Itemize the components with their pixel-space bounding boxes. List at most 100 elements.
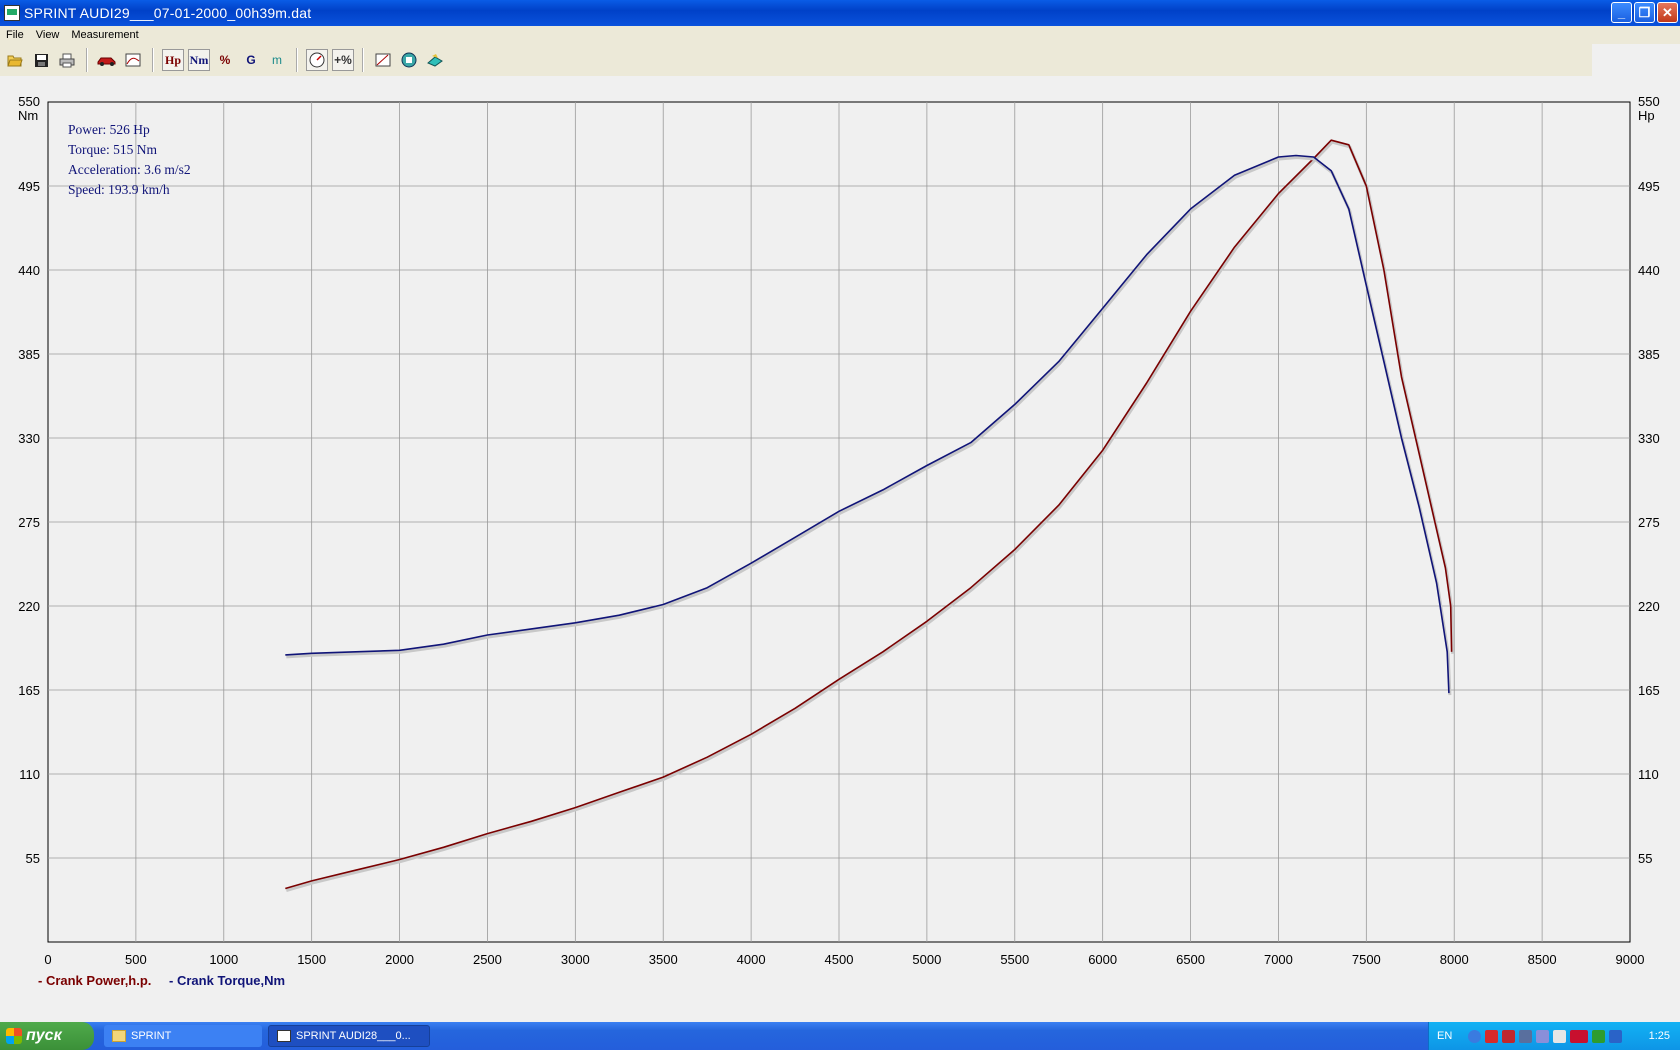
- graph-settings-icon[interactable]: [122, 49, 144, 71]
- g-toggle-button[interactable]: G: [240, 49, 262, 71]
- readout-torque: Torque: 515 Nm: [68, 142, 158, 157]
- menu-file[interactable]: File: [0, 29, 30, 41]
- x-tick-label: 0: [44, 952, 51, 967]
- minimize-icon[interactable]: _: [1611, 2, 1632, 23]
- windows-flag-icon: [6, 1028, 22, 1044]
- export-icon[interactable]: [424, 49, 446, 71]
- y-right-tick-label: 275: [1638, 515, 1660, 530]
- tray-network-icon[interactable]: [1519, 1029, 1533, 1043]
- folder-icon: [112, 1030, 126, 1042]
- y-right-tick-label: 385: [1638, 347, 1660, 362]
- chip-icon[interactable]: [398, 49, 420, 71]
- x-tick-label: 4500: [825, 952, 854, 967]
- y-left-tick-label: 55: [26, 851, 40, 866]
- x-tick-label: 9000: [1616, 952, 1645, 967]
- y-left-tick-label: 495: [18, 179, 40, 194]
- y-left-tick-label: 330: [18, 431, 40, 446]
- left-axis-unit: Nm: [18, 108, 38, 123]
- language-indicator[interactable]: EN: [1437, 1030, 1452, 1042]
- legend-torque: - Crank Torque,Nm: [169, 973, 286, 988]
- x-tick-label: 6000: [1088, 952, 1117, 967]
- y-right-tick-label: 495: [1638, 179, 1660, 194]
- title-bar: SPRINT AUDI29___07-01-2000_00h39m.dat _ …: [0, 0, 1680, 26]
- y-left-tick-label: 550: [18, 94, 40, 109]
- y-left-tick-label: 385: [18, 347, 40, 362]
- tray-arrow-icon[interactable]: [1468, 1029, 1482, 1043]
- nm-toggle-button[interactable]: Nm: [188, 49, 210, 71]
- x-tick-label: 3500: [649, 952, 678, 967]
- g-label: G: [246, 53, 256, 67]
- toolbar-separator: [86, 48, 88, 72]
- percent-toggle-button[interactable]: %: [214, 49, 236, 71]
- task-sprint-app[interactable]: SPRINT AUDI28___0...: [268, 1025, 430, 1047]
- hp-label: Hp: [164, 52, 181, 67]
- tray-monitor-icon[interactable]: [1536, 1029, 1550, 1043]
- print-icon[interactable]: [56, 49, 78, 71]
- car-icon[interactable]: [96, 49, 118, 71]
- m-label: m: [272, 53, 282, 67]
- menu-measurement[interactable]: Measurement: [65, 29, 144, 41]
- tray-ati-icon[interactable]: [1570, 1029, 1589, 1043]
- nm-label: Nm: [189, 52, 209, 67]
- toolbar-separator: [362, 48, 364, 72]
- m-toggle-button[interactable]: m: [266, 49, 288, 71]
- y-right-tick-label: 550: [1638, 94, 1660, 109]
- start-button[interactable]: пуск: [0, 1022, 94, 1050]
- y-left-tick-label: 110: [19, 767, 40, 782]
- plus-percent-label: +%: [334, 53, 352, 67]
- x-tick-label: 3000: [561, 952, 590, 967]
- x-tick-label: 5500: [1000, 952, 1029, 967]
- x-tick-label: 5000: [912, 952, 941, 967]
- save-icon[interactable]: [30, 49, 52, 71]
- right-axis-unit: Hp: [1638, 108, 1655, 123]
- y-right-tick-label: 440: [1638, 263, 1660, 278]
- close-icon[interactable]: ✕: [1657, 2, 1678, 23]
- tray-ow-icon[interactable]: [1592, 1029, 1606, 1043]
- toolbar-separator: [296, 48, 298, 72]
- readout-acceleration: Acceleration: 3.6 m/s2: [68, 162, 191, 177]
- tray-k-icon[interactable]: [1502, 1029, 1516, 1043]
- task-label: SPRINT: [131, 1030, 172, 1042]
- percent-label: %: [219, 53, 231, 67]
- x-tick-label: 2500: [473, 952, 502, 967]
- y-right-tick-label: 220: [1638, 599, 1660, 614]
- hp-toggle-button[interactable]: Hp: [162, 49, 184, 71]
- restore-icon[interactable]: ❐: [1634, 2, 1655, 23]
- task-label: SPRINT AUDI28___0...: [296, 1030, 411, 1042]
- legend-power: - Crank Power,h.p.: [38, 973, 152, 988]
- x-tick-label: 8000: [1440, 952, 1469, 967]
- taskbar: пуск SPRINT SPRINT AUDI28___0... EN 1:25: [0, 1022, 1680, 1050]
- y-left-tick-label: 165: [18, 683, 40, 698]
- y-right-tick-label: 330: [1638, 431, 1660, 446]
- y-right-tick-label: 165: [1638, 683, 1660, 698]
- menu-view[interactable]: View: [30, 29, 66, 41]
- task-sprint-folder[interactable]: SPRINT: [104, 1025, 262, 1047]
- y-right-tick-label: 110: [1638, 767, 1659, 782]
- window-title: SPRINT AUDI29___07-01-2000_00h39m.dat: [24, 5, 312, 21]
- y-left-tick-label: 220: [18, 599, 40, 614]
- start-label: пуск: [26, 1027, 62, 1044]
- tray-volume-icon[interactable]: [1553, 1029, 1567, 1043]
- app-icon: [277, 1030, 291, 1042]
- x-tick-label: 8500: [1528, 952, 1557, 967]
- x-tick-label: 4000: [737, 952, 766, 967]
- readout-power: Power: 526 Hp: [68, 122, 150, 137]
- x-tick-label: 1000: [209, 952, 238, 967]
- x-tick-label: 1500: [297, 952, 326, 967]
- plus-percent-button[interactable]: +%: [332, 49, 354, 71]
- tray-app-icon[interactable]: [1609, 1029, 1623, 1043]
- toolbar: Hp Nm % G m +%: [0, 44, 1592, 76]
- window-controls: _ ❐ ✕: [1611, 2, 1678, 23]
- app-icon[interactable]: [4, 5, 20, 21]
- open-icon[interactable]: [4, 49, 26, 71]
- gauge-icon[interactable]: [306, 49, 328, 71]
- curve-icon[interactable]: [372, 49, 394, 71]
- menu-bar: File View Measurement: [0, 26, 1680, 44]
- readout-speed: Speed: 193.9 km/h: [68, 182, 170, 197]
- y-left-tick-label: 440: [18, 263, 40, 278]
- tray-antivirus-icon[interactable]: [1485, 1029, 1499, 1043]
- clock: 1:25: [1648, 1030, 1670, 1042]
- x-tick-label: 7500: [1352, 952, 1381, 967]
- chart-legend: - Crank Power,h.p. - Crank Torque,Nm: [38, 973, 299, 988]
- x-tick-label: 7000: [1264, 952, 1293, 967]
